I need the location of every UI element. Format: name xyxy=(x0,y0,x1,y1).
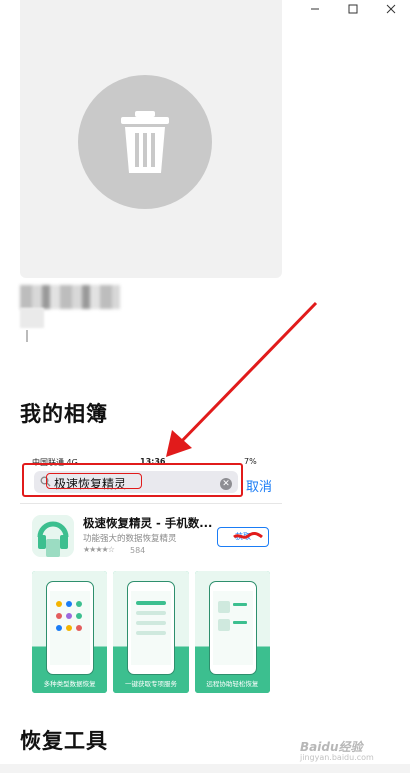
blurred-album-count xyxy=(20,308,44,328)
blurred-album-name xyxy=(20,285,120,309)
app-name[interactable]: 极速恢复精灵 - 手机数... xyxy=(83,515,212,531)
minimize-icon[interactable] xyxy=(296,0,334,18)
app-screenshot-3[interactable]: 远程协助轻松恢复 xyxy=(194,571,270,693)
app-icon[interactable] xyxy=(32,515,74,557)
screenshot-caption: 多种类型数据恢复 xyxy=(43,680,96,688)
watermark-logo: Baidu经验 jingyan.baidu.com xyxy=(300,738,374,762)
app-store-screenshot: 中国联通 4G 13:36 7% 极速恢复精灵 ✕ 取消 极速恢复精灵 - 手机… xyxy=(20,455,282,693)
divider xyxy=(20,503,282,504)
redaction-scribble xyxy=(233,532,263,539)
close-icon[interactable] xyxy=(372,0,410,18)
battery-label: 7% xyxy=(244,457,257,466)
app-screenshot-1[interactable]: 多种类型数据恢复 xyxy=(32,571,108,693)
app-screenshot-2[interactable]: 一键获取专项服务 xyxy=(113,571,189,693)
watermark-text: Baidu经验 xyxy=(300,740,363,754)
section-title-my-albums: 我的相簿 xyxy=(20,402,108,426)
trash-icon xyxy=(121,111,169,173)
annotation-highlight-query xyxy=(46,473,142,489)
rating-count: 584 xyxy=(130,546,146,555)
cancel-search-button[interactable]: 取消 xyxy=(246,476,272,495)
screenshot-caption: 一键获取专项服务 xyxy=(124,680,177,688)
watermark-subtext: jingyan.baidu.com xyxy=(300,753,374,762)
trash-icon-circle xyxy=(78,75,212,209)
screenshot-caption: 远程协助轻松恢复 xyxy=(206,680,259,688)
app-subtitle: 功能强大的数据恢复精灵 xyxy=(83,534,177,544)
rating-stars: ★★★★☆ xyxy=(83,545,115,554)
recently-deleted-album-card[interactable] xyxy=(20,0,282,278)
maximize-icon[interactable] xyxy=(334,0,372,18)
app-screenshots: 多种类型数据恢复 一键获取专项服务 远程协助轻松恢复 xyxy=(32,571,270,693)
section-title-recovery-tools: 恢复工具 xyxy=(20,729,108,753)
blurred-mark xyxy=(26,330,28,342)
bottom-strip xyxy=(0,764,410,773)
window-controls xyxy=(296,0,410,18)
